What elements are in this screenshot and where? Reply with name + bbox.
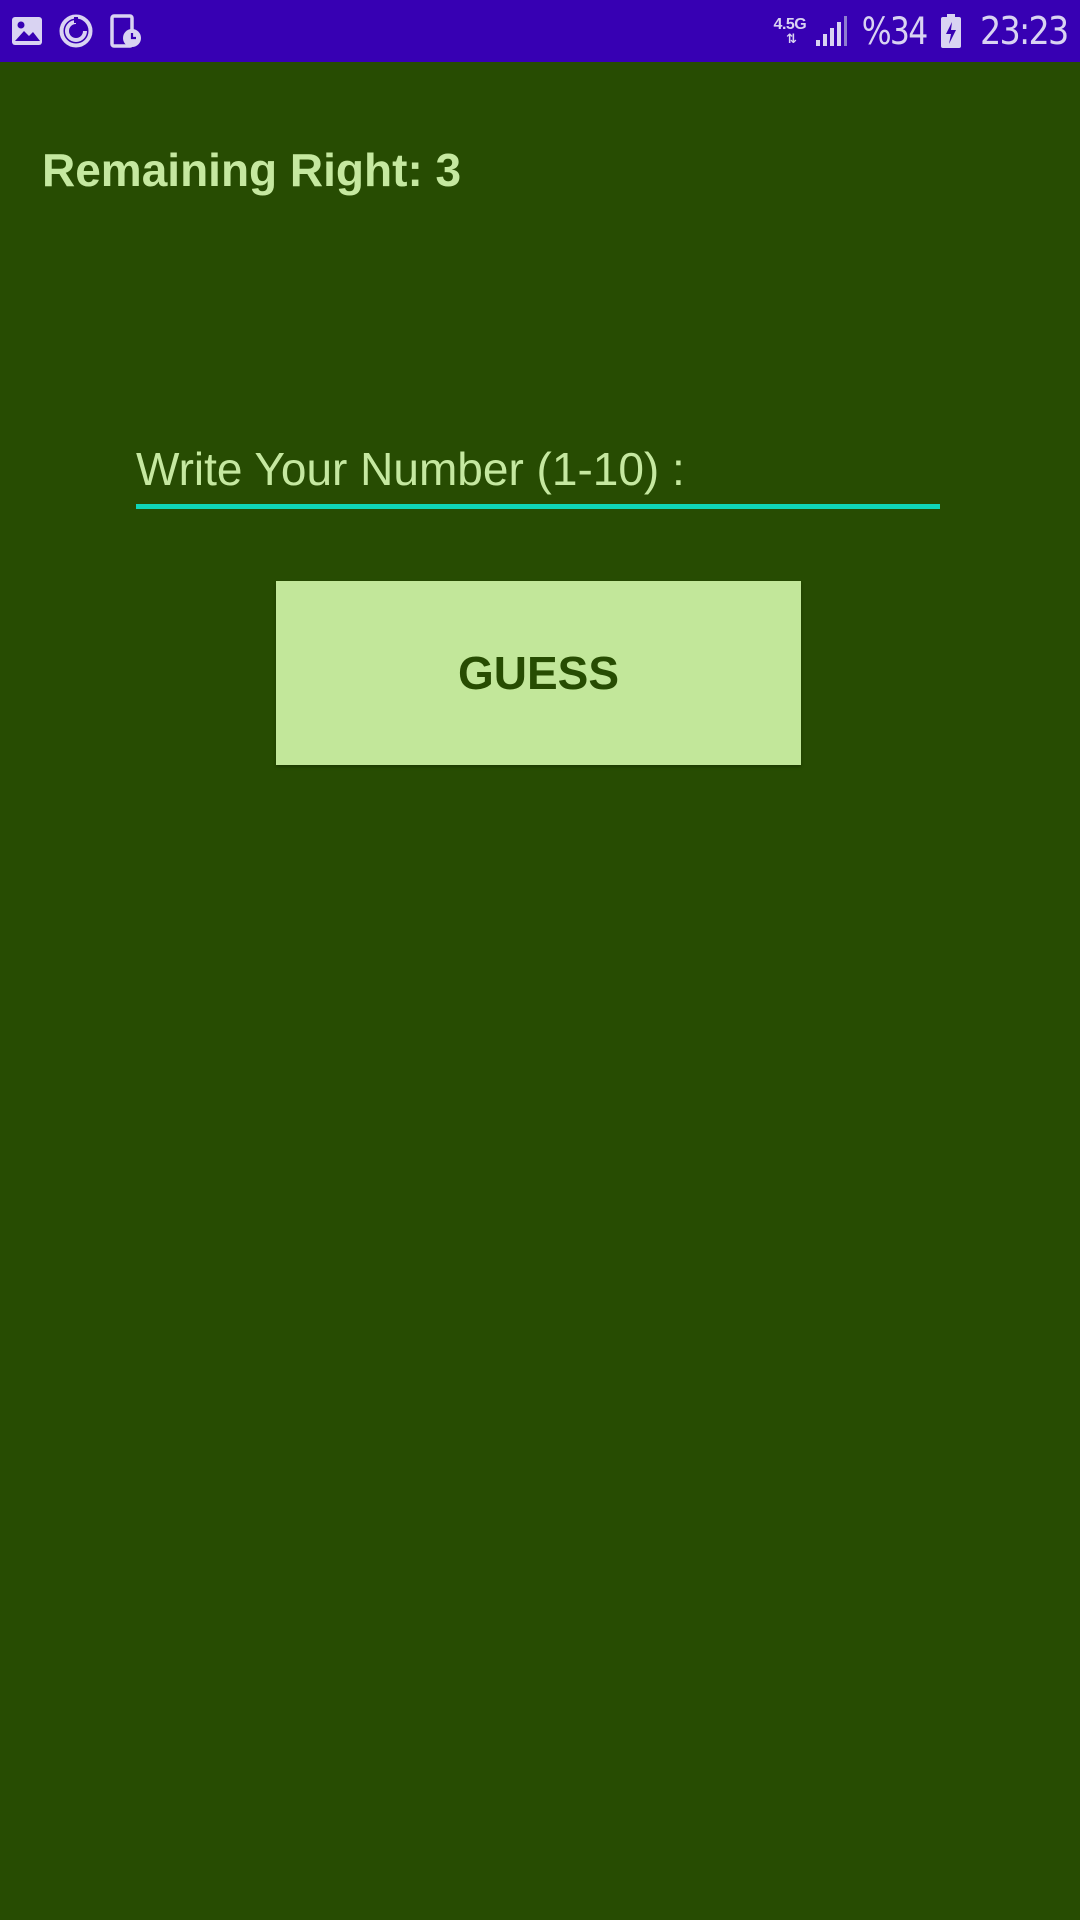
notification-icons <box>10 13 142 49</box>
network-type: 4.5G ⇅ <box>774 17 807 46</box>
screen-timer-icon <box>110 14 141 48</box>
data-arrows-icon: ⇅ <box>785 31 797 46</box>
number-input[interactable] <box>136 434 940 504</box>
battery-charging-icon <box>941 14 962 48</box>
system-status: 4.5G ⇅ %34 23:23 <box>774 0 1070 62</box>
number-input-container <box>136 434 940 510</box>
battery-percent: %34 <box>861 9 929 53</box>
image-icon <box>12 17 42 45</box>
signal-bars-icon <box>816 16 848 46</box>
guess-button[interactable]: GUESS <box>276 581 801 765</box>
status-bar: 4.5G ⇅ %34 23:23 <box>0 0 1080 62</box>
clock: 23:23 <box>980 9 1069 53</box>
sync-icon <box>59 14 93 48</box>
remaining-rights-label: Remaining Right: 3 <box>42 144 462 196</box>
input-underline <box>136 504 940 509</box>
